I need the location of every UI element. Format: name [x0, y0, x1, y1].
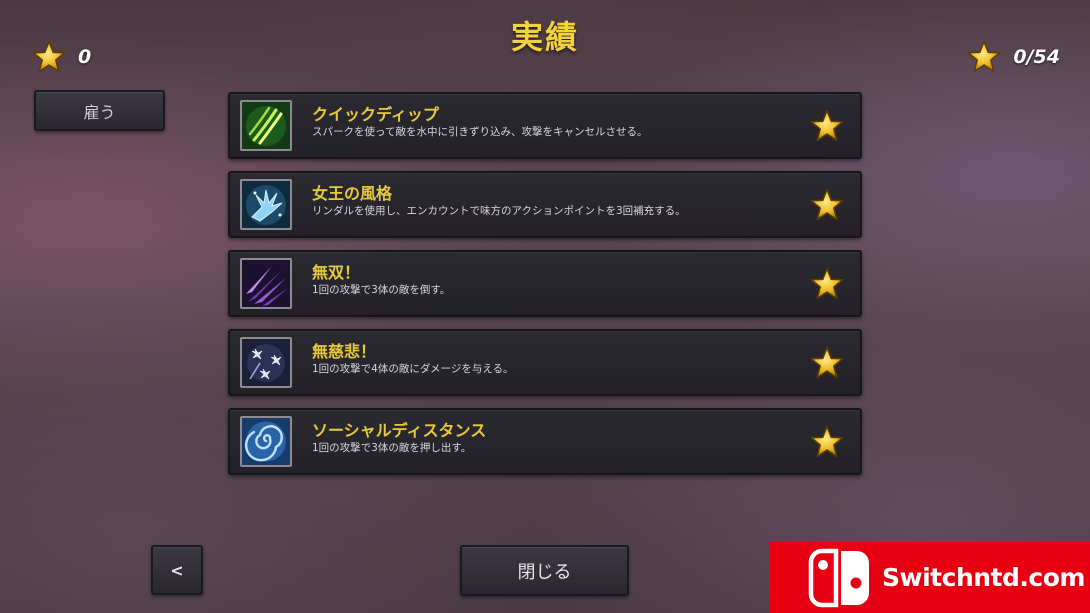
- star-icon: [810, 109, 844, 143]
- achievement-row[interactable]: 無慈悲！ 1回の攻撃で4体の敵にダメージを与える。: [228, 329, 862, 396]
- page-title: 実績: [510, 18, 579, 56]
- star-icon: [810, 425, 844, 459]
- achievement-title: ソーシャルディスタンス: [312, 421, 487, 440]
- star-icon: [967, 40, 1001, 74]
- star-icon: [32, 40, 66, 74]
- claw-slash-icon: [240, 100, 292, 151]
- achievement-description: 1回の攻撃で3体の敵を押し出す。: [312, 442, 472, 454]
- achievement-row[interactable]: クイックディップ スパークを使って敵を水中に引きずり込み、攻撃をキャンセルさせる…: [228, 92, 862, 159]
- achievement-row[interactable]: ソーシャルディスタンス 1回の攻撃で3体の敵を押し出す。: [228, 408, 862, 475]
- achievement-title: クイックディップ: [312, 105, 439, 124]
- achievement-list: クイックディップ スパークを使って敵を水中に引きずり込み、攻撃をキャンセルさせる…: [228, 92, 862, 487]
- achievement-title: 無双！: [312, 263, 361, 282]
- ice-hand-icon: [240, 179, 292, 230]
- achievement-row[interactable]: 女王の風格 リンダルを使用し、エンカウントで味方のアクションポイントを3回補充す…: [228, 171, 862, 238]
- achievement-description: スパークを使って敵を水中に引きずり込み、攻撃をキャンセルさせる。: [312, 126, 648, 138]
- vortex-icon: [240, 416, 292, 467]
- star-icon: [810, 188, 844, 222]
- watermark-text: Switchntd.com: [882, 563, 1085, 592]
- achievements-counter: 0/54: [967, 40, 1060, 74]
- achievement-title: 女王の風格: [312, 184, 393, 203]
- achievement-description: リンダルを使用し、エンカウントで味方のアクションポイントを3回補充する。: [312, 205, 686, 217]
- purple-shards-icon: [240, 258, 292, 309]
- achievement-description: 1回の攻撃で3体の敵を倒す。: [312, 284, 451, 296]
- stars-counter: 0: [32, 40, 91, 74]
- star-icon: [810, 267, 844, 301]
- achievement-title: 無慈悲！: [312, 342, 377, 361]
- achievement-row[interactable]: 無双！ 1回の攻撃で3体の敵を倒す。: [228, 250, 862, 317]
- star-icon: [810, 346, 844, 380]
- achievement-description: 1回の攻撃で4体の敵にダメージを与える。: [312, 363, 514, 375]
- watermark-logo: Switchntd.com: [770, 542, 1090, 613]
- shuriken-icon: [240, 337, 292, 388]
- back-button[interactable]: <: [151, 545, 203, 595]
- switch-logo-icon: [808, 548, 869, 607]
- stars-count: 0: [78, 46, 92, 68]
- hire-button[interactable]: 雇う: [34, 90, 165, 131]
- close-button[interactable]: 閉じる: [460, 545, 629, 596]
- achievements-progress: 0/54: [1013, 46, 1060, 68]
